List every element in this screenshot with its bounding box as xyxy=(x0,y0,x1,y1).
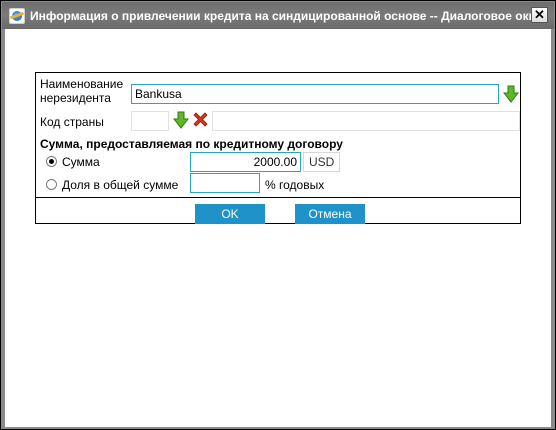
currency-label: USD xyxy=(303,152,341,172)
arrow-down-icon[interactable] xyxy=(172,111,190,129)
title-bar[interactable]: Информация о привлечении кредита на синд… xyxy=(2,2,554,29)
country-name-field xyxy=(212,111,520,131)
cancel-button[interactable]: Отмена xyxy=(295,204,365,224)
amount-label: Сумма xyxy=(62,155,100,169)
nonresident-label-line1: Наименование xyxy=(40,77,124,91)
close-button[interactable]: ✕ xyxy=(531,7,548,23)
divider xyxy=(36,197,520,198)
share-unit-label: % годовых xyxy=(265,178,325,192)
amount-input[interactable] xyxy=(190,152,301,172)
dialog-window: Информация о привлечении кредита на синд… xyxy=(0,0,556,430)
nonresident-label: Наименование нерезидента xyxy=(40,77,123,105)
share-input[interactable] xyxy=(190,173,260,193)
arrow-down-icon[interactable] xyxy=(502,85,520,103)
country-code-label: Код страны xyxy=(40,115,104,129)
amount-radio[interactable] xyxy=(46,156,57,167)
share-radio[interactable] xyxy=(46,179,57,190)
nonresident-name-input[interactable] xyxy=(131,84,499,104)
dialog-content: Наименование нерезидента Код страны Сумм… xyxy=(5,29,551,427)
ok-button[interactable]: OK xyxy=(195,204,265,224)
country-code-field[interactable] xyxy=(131,111,169,131)
internet-explorer-icon xyxy=(9,8,25,24)
credit-info-form: Наименование нерезидента Код страны Сумм… xyxy=(35,72,521,224)
nonresident-label-line2: нерезидента xyxy=(40,91,111,105)
share-label: Доля в общей сумме xyxy=(62,178,179,192)
section-heading: Сумма, предоставляемая по кредитному дог… xyxy=(40,137,343,151)
window-title: Информация о привлечении кредита на синд… xyxy=(30,9,546,23)
delete-x-icon[interactable] xyxy=(192,111,209,128)
